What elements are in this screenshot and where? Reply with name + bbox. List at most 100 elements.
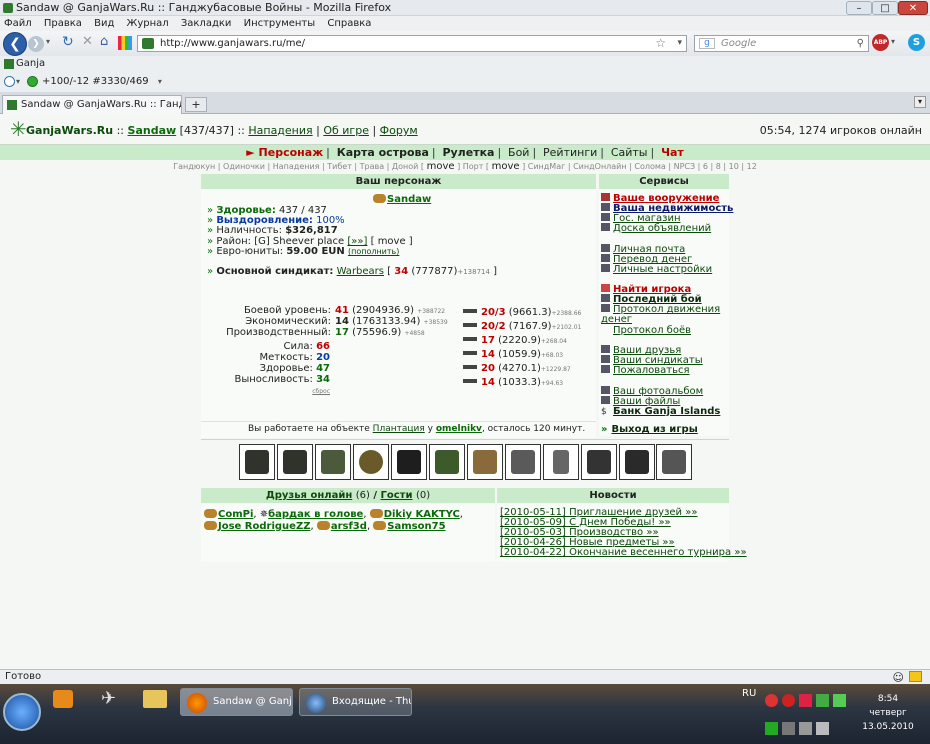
task-thunderbird[interactable]: Входящие - Thun... bbox=[299, 688, 412, 716]
svc-board[interactable]: Доска объявлений bbox=[601, 223, 729, 234]
skype-icon[interactable]: S bbox=[908, 34, 925, 51]
equip-slot-3[interactable] bbox=[315, 444, 351, 480]
news-item[interactable]: [2010-04-22] Окончание весеннего турнира… bbox=[500, 547, 747, 558]
menu-edit[interactable]: Правка bbox=[44, 18, 82, 29]
extension-dropdown-icon[interactable]: ▾ bbox=[16, 72, 20, 92]
equip-slot-7[interactable] bbox=[467, 444, 503, 480]
new-tab-button[interactable]: + bbox=[185, 97, 207, 112]
tray-icon-2[interactable] bbox=[782, 694, 795, 707]
media-player-icon[interactable] bbox=[53, 690, 73, 708]
syndicate-link[interactable]: Warbears bbox=[337, 266, 384, 277]
apps-icon[interactable] bbox=[118, 36, 132, 50]
start-button[interactable] bbox=[3, 693, 41, 731]
friend-link[interactable]: arsf3d bbox=[331, 521, 367, 532]
euro-topup-link[interactable]: (пополнить) bbox=[348, 247, 399, 256]
about-link[interactable]: Об игре bbox=[323, 124, 369, 137]
menu-history[interactable]: Журнал bbox=[127, 18, 169, 29]
equip-slot-1[interactable] bbox=[239, 444, 275, 480]
svc-money-log-link[interactable]: Протокол движения денег bbox=[601, 304, 720, 325]
subnav-links-a[interactable]: Гандюкун | Одиночки | Нападения | Тибет … bbox=[173, 162, 424, 171]
subnav-links-b[interactable]: ] Порт [ bbox=[457, 162, 489, 171]
smiley-icon[interactable]: ☺ bbox=[893, 671, 904, 685]
work-owner-link[interactable]: omelnikv bbox=[436, 424, 482, 434]
stop-icon[interactable]: ✕ bbox=[82, 34, 93, 49]
tab-ganjawars[interactable]: Sandaw @ GanjaWars.Ru :: Ганджуба... bbox=[2, 95, 182, 114]
back-button[interactable]: ❮ bbox=[3, 32, 27, 56]
equip-slot-12[interactable] bbox=[656, 444, 692, 480]
extension-play-icon[interactable] bbox=[4, 76, 15, 87]
forum-link[interactable]: Форум bbox=[380, 124, 418, 137]
volume-icon[interactable] bbox=[799, 722, 812, 735]
url-dropdown-icon[interactable]: ▾ bbox=[677, 36, 682, 51]
attacks-link[interactable]: Нападения bbox=[248, 124, 312, 137]
equip-slot-8[interactable] bbox=[505, 444, 541, 480]
friend-link[interactable]: Jose RodrigueZZ bbox=[218, 521, 310, 532]
tray-icon-6[interactable] bbox=[765, 722, 778, 735]
url-bar[interactable]: http://www.ganjawars.ru/me/ ☆ ▾ bbox=[137, 35, 687, 52]
friend-link[interactable]: Samson75 bbox=[387, 521, 445, 532]
svc-exit[interactable]: » Выход из игры bbox=[601, 424, 729, 435]
google-engine-icon[interactable]: g bbox=[699, 38, 715, 49]
tray-icon-1[interactable] bbox=[765, 694, 778, 707]
equip-slot-11[interactable] bbox=[619, 444, 655, 480]
equip-slot-10[interactable] bbox=[581, 444, 617, 480]
close-button[interactable]: ✕ bbox=[898, 1, 928, 15]
equip-slot-4[interactable] bbox=[353, 444, 389, 480]
menu-help[interactable]: Справка bbox=[327, 18, 371, 29]
nav-roulette[interactable]: Рулетка bbox=[442, 146, 494, 159]
minimize-button[interactable]: – bbox=[846, 1, 872, 15]
nav-chat[interactable]: Чат bbox=[661, 146, 684, 159]
bookmark-ganja[interactable]: Ganja bbox=[16, 58, 45, 69]
counter-dropdown-icon[interactable]: ▾ bbox=[158, 77, 162, 86]
friend-link[interactable]: бардак в голове bbox=[268, 509, 363, 520]
tray-icon-3[interactable] bbox=[799, 694, 812, 707]
quicklaunch-icon[interactable]: ✈ bbox=[101, 688, 116, 709]
menu-view[interactable]: Вид bbox=[94, 18, 114, 29]
mail-notifier-icon[interactable] bbox=[909, 671, 922, 682]
forward-button[interactable]: ❯ bbox=[28, 36, 44, 52]
nav-island-map[interactable]: Карта острова bbox=[337, 146, 429, 159]
search-icon[interactable]: ⚲ bbox=[857, 36, 864, 51]
language-indicator[interactable]: RU bbox=[742, 688, 756, 699]
menu-tools[interactable]: Инструменты bbox=[244, 18, 316, 29]
svc-board-link[interactable]: Доска объявлений bbox=[613, 223, 711, 234]
guests-link[interactable]: Гости bbox=[381, 490, 413, 501]
svc-money-log[interactable]: Протокол движения денег bbox=[601, 304, 729, 325]
nav-ratings[interactable]: Рейтинги bbox=[543, 146, 597, 159]
svc-battle-log[interactable]: Протокол боёв bbox=[601, 325, 729, 336]
explorer-folder-icon[interactable] bbox=[143, 690, 167, 708]
menu-bookmarks[interactable]: Закладки bbox=[181, 18, 232, 29]
friend-link[interactable]: Dikiy KAKTYC bbox=[384, 509, 460, 520]
tray-icon-7[interactable] bbox=[816, 722, 829, 735]
reload-icon[interactable]: ↻ bbox=[62, 34, 74, 50]
task-firefox[interactable]: Sandaw @ Ganja... bbox=[180, 688, 293, 716]
history-dropdown-icon[interactable]: ▾ bbox=[46, 37, 50, 46]
nav-character[interactable]: Персонаж bbox=[259, 146, 324, 159]
adblock-icon[interactable]: ABP bbox=[872, 34, 889, 51]
svc-settings-link[interactable]: Личные настройки bbox=[613, 264, 712, 275]
maximize-button[interactable]: □ bbox=[872, 1, 898, 15]
subnav-move-1[interactable]: move bbox=[427, 161, 455, 172]
search-input[interactable]: g Google ⚲ bbox=[694, 35, 869, 52]
brand-name[interactable]: GanjaWars.Ru bbox=[26, 124, 113, 137]
friend-link[interactable]: ComPi bbox=[218, 509, 253, 520]
adblock-dropdown-icon[interactable]: ▾ bbox=[891, 37, 895, 46]
equip-slot-6[interactable] bbox=[429, 444, 465, 480]
nav-sites[interactable]: Сайты bbox=[611, 146, 648, 159]
attr-reset-link[interactable]: сброс bbox=[312, 388, 330, 395]
user-link[interactable]: Sandaw bbox=[128, 124, 177, 137]
nav-battle[interactable]: Бой bbox=[508, 146, 529, 159]
menu-file[interactable]: Файл bbox=[4, 18, 32, 29]
svc-complain-link[interactable]: Пожаловаться bbox=[613, 365, 690, 376]
svc-settings[interactable]: Личные настройки bbox=[601, 264, 729, 275]
svc-battle-log-link[interactable]: Протокол боёв bbox=[613, 325, 691, 336]
work-object-link[interactable]: Плантация bbox=[373, 424, 425, 434]
subnav-links-c[interactable]: ] СиндМаг | СиндОнлайн | Солома | NPCЗ |… bbox=[522, 162, 757, 171]
tray-icon-4[interactable] bbox=[816, 694, 829, 707]
tab-list-icon[interactable]: ▾ bbox=[914, 96, 926, 108]
equip-slot-9[interactable] bbox=[543, 444, 579, 480]
subnav-move-2[interactable]: move bbox=[492, 161, 520, 172]
svc-exit-link[interactable]: Выход из игры bbox=[611, 424, 697, 435]
bookmark-star-icon[interactable]: ☆ bbox=[655, 36, 666, 51]
clock[interactable]: 8:54 четверг 13.05.2010 bbox=[852, 692, 924, 734]
